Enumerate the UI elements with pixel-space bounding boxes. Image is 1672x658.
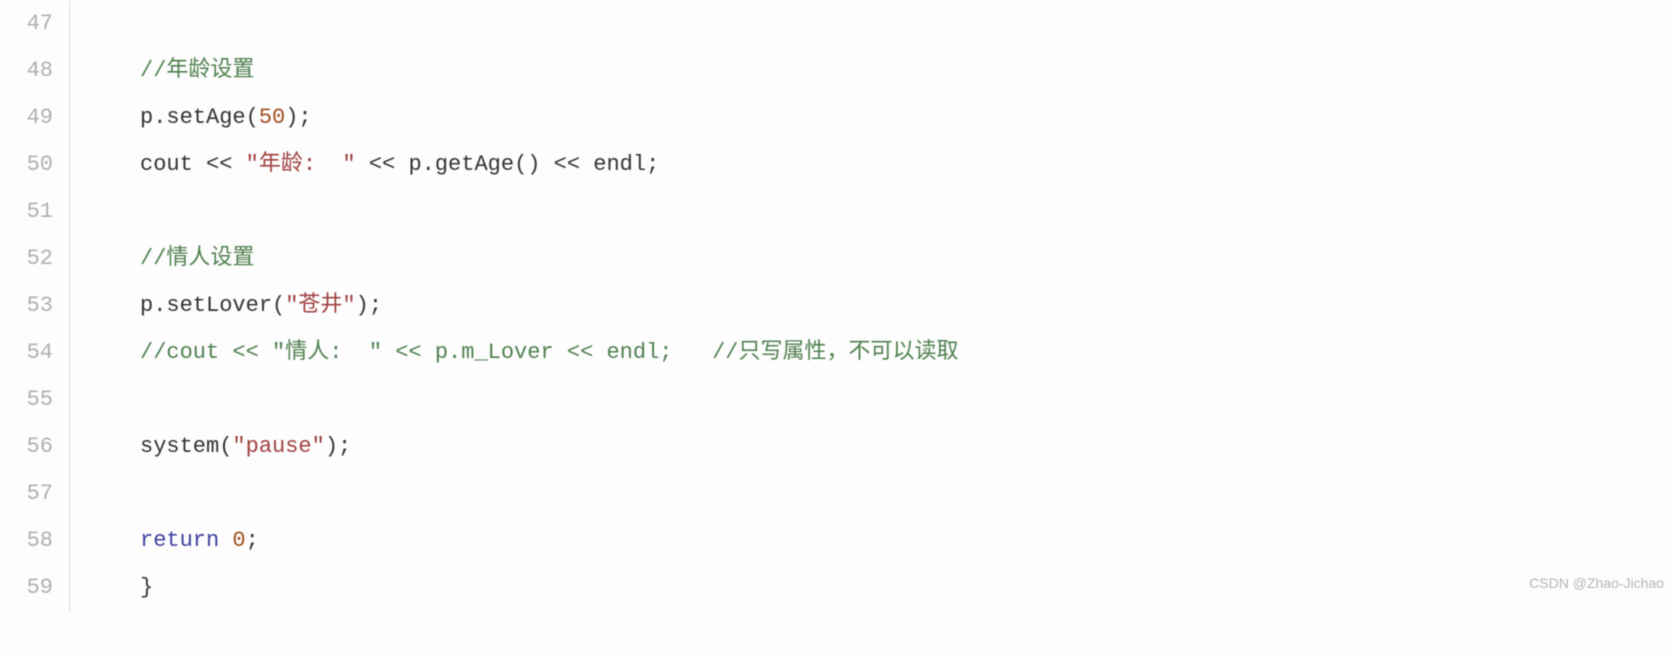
code-token: ); <box>285 105 311 130</box>
code-token: //cout << "情人: " << p.m_Lover << endl; /… <box>140 340 959 365</box>
code-line[interactable]: p.setLover("苍井"); <box>140 282 1672 329</box>
line-number: 49 <box>0 94 53 141</box>
line-number-gutter: 47484950515253545556575859 <box>0 0 70 611</box>
code-token: "pause" <box>232 434 324 459</box>
code-token: //年龄设置 <box>140 58 254 83</box>
code-token: 50 <box>259 105 285 130</box>
code-line[interactable]: //情人设置 <box>140 235 1672 282</box>
code-token: "苍井" <box>285 293 355 318</box>
line-number: 52 <box>0 235 53 282</box>
line-number: 56 <box>0 423 53 470</box>
line-number: 50 <box>0 141 53 188</box>
line-number: 51 <box>0 188 53 235</box>
code-token: "年龄: " <box>246 152 356 177</box>
line-number: 59 <box>0 564 53 611</box>
code-line[interactable]: p.setAge(50); <box>140 94 1672 141</box>
line-number: 53 <box>0 282 53 329</box>
code-editor[interactable]: //年龄设置p.setAge(50);cout << "年龄: " << p.g… <box>70 0 1672 611</box>
line-number: 48 <box>0 47 53 94</box>
code-token: ); <box>325 434 351 459</box>
code-token <box>219 528 232 553</box>
code-line[interactable] <box>140 188 1672 235</box>
code-line[interactable]: //年龄设置 <box>140 47 1672 94</box>
code-token: p.setAge( <box>140 105 259 130</box>
code-token: 0 <box>232 528 245 553</box>
code-token: << p.getAge() << endl; <box>356 152 660 177</box>
code-line[interactable]: cout << "年龄: " << p.getAge() << endl; <box>140 141 1672 188</box>
code-line[interactable] <box>140 376 1672 423</box>
code-token: cout << <box>140 152 246 177</box>
code-token: } <box>140 575 153 600</box>
code-line[interactable]: system("pause"); <box>140 423 1672 470</box>
code-token: ; <box>246 528 259 553</box>
code-line[interactable]: } <box>140 564 1672 611</box>
code-line[interactable] <box>140 470 1672 517</box>
line-number: 54 <box>0 329 53 376</box>
code-line[interactable] <box>140 0 1672 47</box>
line-number: 57 <box>0 470 53 517</box>
line-number: 58 <box>0 517 53 564</box>
code-token: p.setLover( <box>140 293 285 318</box>
line-number: 55 <box>0 376 53 423</box>
code-line[interactable]: //cout << "情人: " << p.m_Lover << endl; /… <box>140 329 1672 376</box>
code-line[interactable]: return 0; <box>140 517 1672 564</box>
line-number: 47 <box>0 0 53 47</box>
code-token: ); <box>356 293 382 318</box>
code-token: return <box>140 528 219 553</box>
watermark: CSDN @Zhao-Jichao <box>1529 560 1664 607</box>
code-token: //情人设置 <box>140 246 254 271</box>
code-token: system( <box>140 434 232 459</box>
